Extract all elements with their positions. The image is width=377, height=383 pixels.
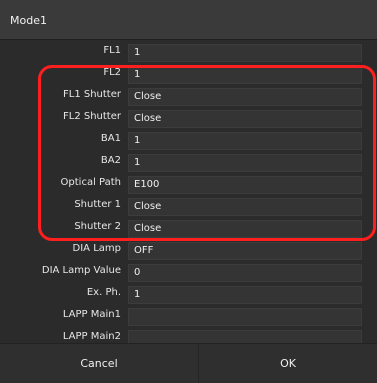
value-text: 1 [134, 135, 141, 146]
value-field[interactable]: 1 [128, 154, 362, 172]
value-field[interactable]: 1 [128, 286, 362, 304]
row-label: Shutter 1 [74, 199, 121, 210]
title-bar: Mode1 [0, 0, 377, 40]
button-bar: Cancel OK [0, 343, 377, 383]
value-text: 1 [134, 289, 141, 300]
row-label: FL1 [103, 45, 121, 56]
value-text: OFF [134, 245, 154, 256]
value-field[interactable]: 1 [128, 44, 362, 62]
row-ex-ph: Ex. Ph. 1 [0, 284, 377, 306]
row-lapp-main2: LAPP Main2 [0, 328, 377, 343]
row-label: LAPP Main2 [62, 331, 121, 342]
row-label: FL2 [103, 67, 121, 78]
value-field[interactable] [128, 330, 362, 343]
value-field[interactable]: Close [128, 110, 362, 128]
value-text: Close [134, 223, 162, 234]
row-fl2-shutter: FL2 Shutter Close [0, 108, 377, 130]
row-label: DIA Lamp Value [41, 265, 121, 276]
row-ba1: BA1 1 [0, 130, 377, 152]
value-text: 1 [134, 47, 141, 58]
value-field[interactable] [128, 308, 362, 326]
value-field[interactable]: E100 [128, 176, 362, 194]
row-fl1-shutter: FL1 Shutter Close [0, 86, 377, 108]
value-field[interactable]: Close [128, 220, 362, 238]
row-dia-lamp: DIA Lamp OFF [0, 240, 377, 262]
row-label: Optical Path [60, 177, 121, 188]
row-label: Ex. Ph. [86, 287, 121, 298]
value-text: 1 [134, 157, 141, 168]
value-field[interactable]: 0 [128, 264, 362, 282]
row-label: BA1 [100, 133, 121, 144]
row-label: LAPP Main1 [62, 309, 121, 320]
value-field[interactable]: Close [128, 198, 362, 216]
value-text: E100 [134, 179, 160, 190]
row-shutter-2: Shutter 2 Close [0, 218, 377, 240]
value-field[interactable]: OFF [128, 242, 362, 260]
value-field[interactable]: 1 [128, 66, 362, 84]
value-text: 1 [134, 69, 141, 80]
value-text: Close [134, 201, 162, 212]
settings-list[interactable]: FL1 1 FL2 1 FL1 Shutter Close FL2 Shutte… [0, 40, 377, 343]
row-label: FL2 Shutter [63, 111, 121, 122]
row-shutter-1: Shutter 1 Close [0, 196, 377, 218]
row-label: Shutter 2 [74, 221, 121, 232]
value-text: Close [134, 91, 162, 102]
value-field[interactable]: 1 [128, 132, 362, 150]
window-title: Mode1 [10, 14, 47, 27]
cancel-button[interactable]: Cancel [0, 344, 198, 383]
row-fl2: FL2 1 [0, 64, 377, 86]
value-text: Close [134, 113, 162, 124]
row-fl1: FL1 1 [0, 42, 377, 64]
row-lapp-main1: LAPP Main1 [0, 306, 377, 328]
row-ba2: BA2 1 [0, 152, 377, 174]
row-optical-path: Optical Path E100 [0, 174, 377, 196]
value-field[interactable]: Close [128, 88, 362, 106]
ok-button[interactable]: OK [199, 344, 377, 383]
row-label: BA2 [100, 155, 121, 166]
row-dia-lamp-value: DIA Lamp Value 0 [0, 262, 377, 284]
value-text: 0 [134, 267, 141, 278]
row-label: DIA Lamp [72, 243, 121, 254]
row-label: FL1 Shutter [63, 89, 121, 100]
